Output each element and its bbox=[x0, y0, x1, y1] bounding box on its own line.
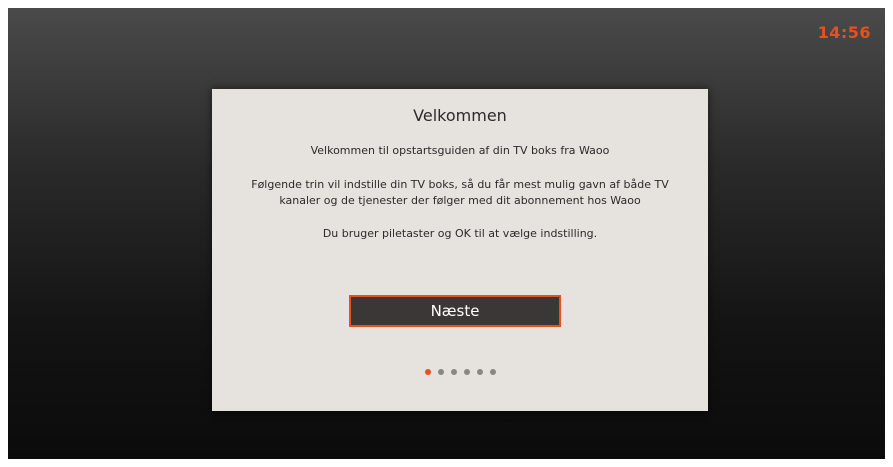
instruction-text: Du bruger piletaster og OK til at vælge … bbox=[322, 227, 598, 240]
clock: 14:56 bbox=[817, 23, 871, 42]
step-dot bbox=[463, 369, 470, 375]
tv-screen: 14:56 Velkommen Velkommen til opstartsgu… bbox=[8, 8, 885, 459]
intro-text: Velkommen til opstartsguiden af din TV b… bbox=[310, 144, 610, 157]
welcome-dialog: Velkommen Velkommen til opstartsguiden a… bbox=[212, 89, 708, 411]
step-dot bbox=[476, 369, 483, 375]
step-dot bbox=[437, 369, 444, 375]
step-dot bbox=[450, 369, 457, 375]
dialog-title: Velkommen bbox=[413, 106, 507, 125]
step-dot bbox=[424, 369, 431, 375]
step-indicator bbox=[212, 369, 708, 375]
next-button[interactable]: Næste bbox=[349, 295, 561, 327]
step-dot bbox=[489, 369, 496, 375]
description-text: Følgende trin vil indstille din TV boks,… bbox=[251, 178, 669, 207]
